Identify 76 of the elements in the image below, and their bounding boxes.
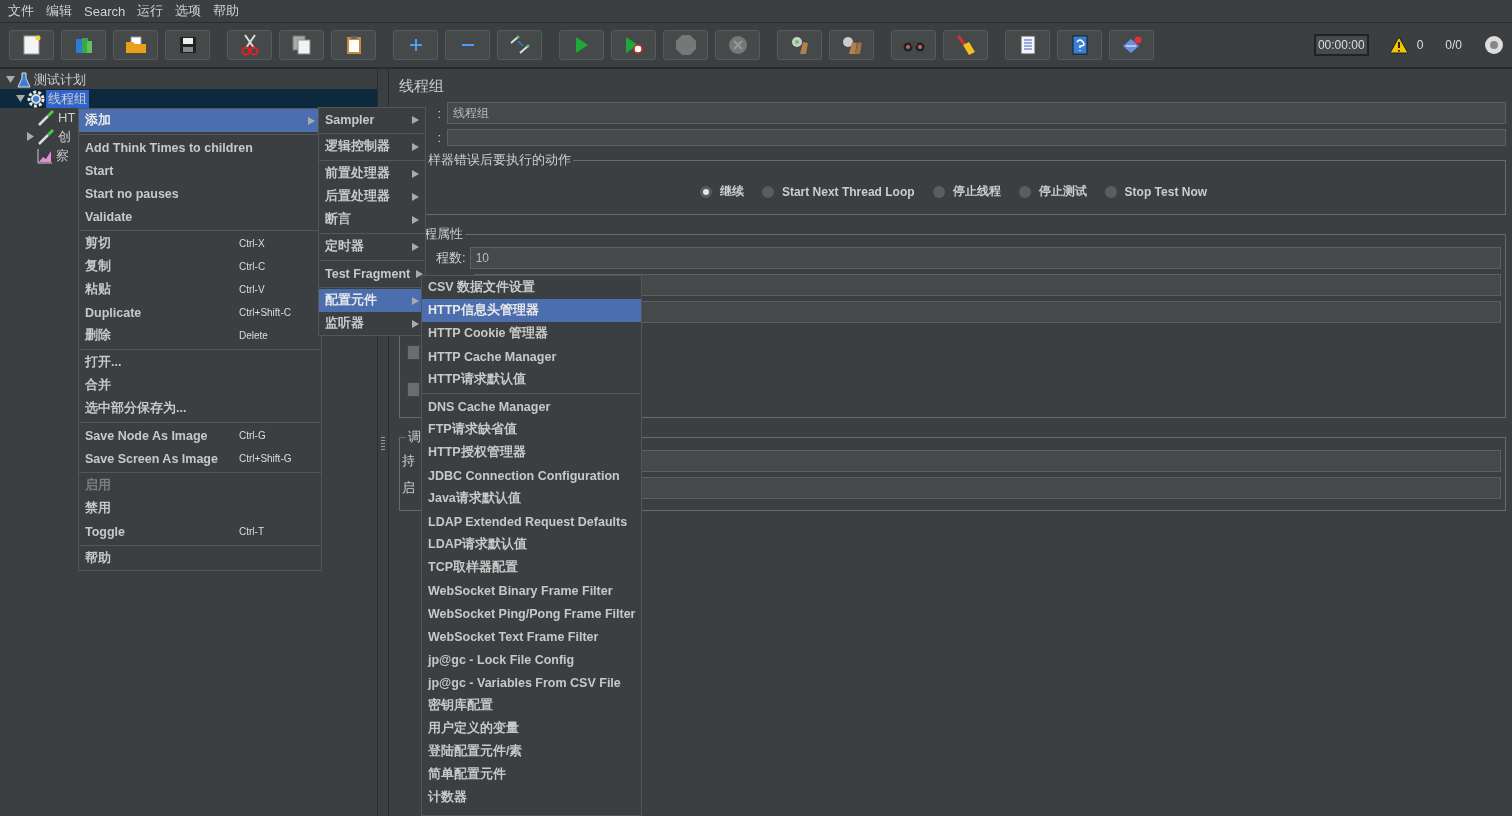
- error-count: 0: [1416, 38, 1424, 52]
- menu-item[interactable]: 后置处理器: [319, 185, 425, 208]
- field-label: 程数:: [436, 249, 466, 267]
- menu-item[interactable]: Save Node As Image Ctrl-G: [79, 424, 321, 447]
- menu-item[interactable]: Start no pauses: [79, 182, 321, 205]
- tree-item[interactable]: 察: [54, 146, 71, 165]
- menu-item[interactable]: 逻辑控制器: [319, 135, 425, 158]
- menu-item[interactable]: 前置处理器: [319, 162, 425, 185]
- radio-label[interactable]: 停止测试: [1038, 183, 1087, 200]
- menu-item[interactable]: 剪切 Ctrl-X: [79, 232, 321, 255]
- menu-item[interactable]: DNS Cache Manager: [422, 395, 642, 418]
- menu-title[interactable]: 编辑: [46, 2, 72, 20]
- menu-item[interactable]: Toggle Ctrl-T: [79, 520, 321, 543]
- menu-item[interactable]: HTTP Cache Manager: [422, 345, 642, 368]
- menu-item[interactable]: CSV 数据文件设置: [422, 276, 642, 299]
- menu-item[interactable]: 粘贴 Ctrl-V: [79, 278, 321, 301]
- tree-item[interactable]: 测试计划: [32, 70, 88, 89]
- menu-item[interactable]: 帮助: [79, 547, 321, 570]
- name-field[interactable]: 线程组: [447, 102, 1506, 124]
- menu-item[interactable]: 用户定义的变量: [422, 717, 642, 740]
- elapsed-time: 00:00:00: [1313, 34, 1369, 56]
- menu-item[interactable]: HTTP授权管理器: [422, 441, 642, 464]
- menu-item[interactable]: FTP请求缺省值: [422, 418, 642, 441]
- menu-item[interactable]: 登陆配置元件/素: [422, 740, 642, 763]
- menu-item[interactable]: 添加: [79, 109, 321, 132]
- menu-item[interactable]: jp@gc - Variables From CSV File: [422, 671, 642, 694]
- group-title: 调: [407, 428, 422, 446]
- radio-label[interactable]: Stop Test Now: [1124, 184, 1208, 199]
- menu-item[interactable]: 定时器: [319, 235, 425, 258]
- menu-item[interactable]: 计数器: [422, 786, 642, 809]
- menu-item[interactable]: HTTP Cookie 管理器: [422, 322, 642, 345]
- menu-item[interactable]: Validate: [79, 205, 321, 228]
- menu-item[interactable]: 简单配置元件: [422, 763, 642, 786]
- menu-item[interactable]: 删除 Delete: [79, 324, 321, 347]
- field-label: 持: [402, 452, 415, 470]
- menu-item[interactable]: 复制 Ctrl-C: [79, 255, 321, 278]
- menu-item[interactable]: LDAP Extended Request Defaults: [422, 510, 642, 533]
- menu-item[interactable]: 合并: [79, 374, 321, 397]
- menu-item[interactable]: 打开...: [79, 351, 321, 374]
- menu-item[interactable]: JDBC Connection Configuration: [422, 464, 642, 487]
- tree-item[interactable]: 线程组: [46, 89, 89, 108]
- radio-label[interactable]: 停止线程: [952, 183, 1001, 200]
- menu-item[interactable]: HTTP请求默认值: [422, 368, 642, 391]
- radio-label[interactable]: Start Next Thread Loop: [781, 184, 915, 199]
- menu-item[interactable]: 断言: [319, 208, 425, 231]
- menu-title[interactable]: Search: [84, 3, 126, 19]
- tree-item[interactable]: HT: [56, 110, 78, 125]
- menu-item[interactable]: 密钥库配置: [422, 694, 642, 717]
- menu-title[interactable]: 文件: [8, 2, 34, 20]
- menu-item[interactable]: Start: [79, 159, 321, 182]
- menu-item[interactable]: Add Think Times to children: [79, 136, 321, 159]
- menu-item[interactable]: Sampler: [319, 108, 425, 131]
- menu-title[interactable]: 运行: [137, 2, 164, 20]
- menu-item[interactable]: WebSocket Binary Frame Filter: [422, 579, 642, 602]
- field-label: :: [436, 105, 441, 121]
- menu-item[interactable]: Duplicate Ctrl+Shift-C: [79, 301, 321, 324]
- field-label: :: [436, 130, 441, 145]
- threads-field[interactable]: 10: [469, 247, 1501, 269]
- menu-item[interactable]: Java请求默认值: [422, 487, 642, 510]
- menu-title[interactable]: 选项: [175, 2, 202, 20]
- menu-item[interactable]: WebSocket Text Frame Filter: [422, 625, 642, 648]
- menu-item[interactable]: 禁用: [79, 497, 321, 520]
- menu-item[interactable]: LDAP请求默认值: [422, 533, 642, 556]
- group-title: 样器错误后要执行的动作: [427, 151, 572, 169]
- thread-count: 0/0: [1445, 38, 1462, 52]
- menu-item[interactable]: WebSocket Ping/Pong Frame Filter: [422, 602, 642, 625]
- menu-title[interactable]: 帮助: [213, 2, 240, 20]
- menu-item[interactable]: jp@gc - Lock File Config: [422, 648, 642, 671]
- radio-label[interactable]: 继续: [719, 183, 744, 200]
- menu-item[interactable]: Save Screen As Image Ctrl+Shift-G: [79, 447, 321, 470]
- field-label: 启: [402, 479, 415, 497]
- panel-title: 线程组: [399, 77, 445, 96]
- menu-item[interactable]: HTTP信息头管理器: [422, 299, 642, 322]
- tree-item[interactable]: 创: [56, 127, 73, 146]
- menu-item[interactable]: 选中部分保存为...: [79, 397, 321, 420]
- menu-item[interactable]: TCP取样器配置: [422, 556, 642, 579]
